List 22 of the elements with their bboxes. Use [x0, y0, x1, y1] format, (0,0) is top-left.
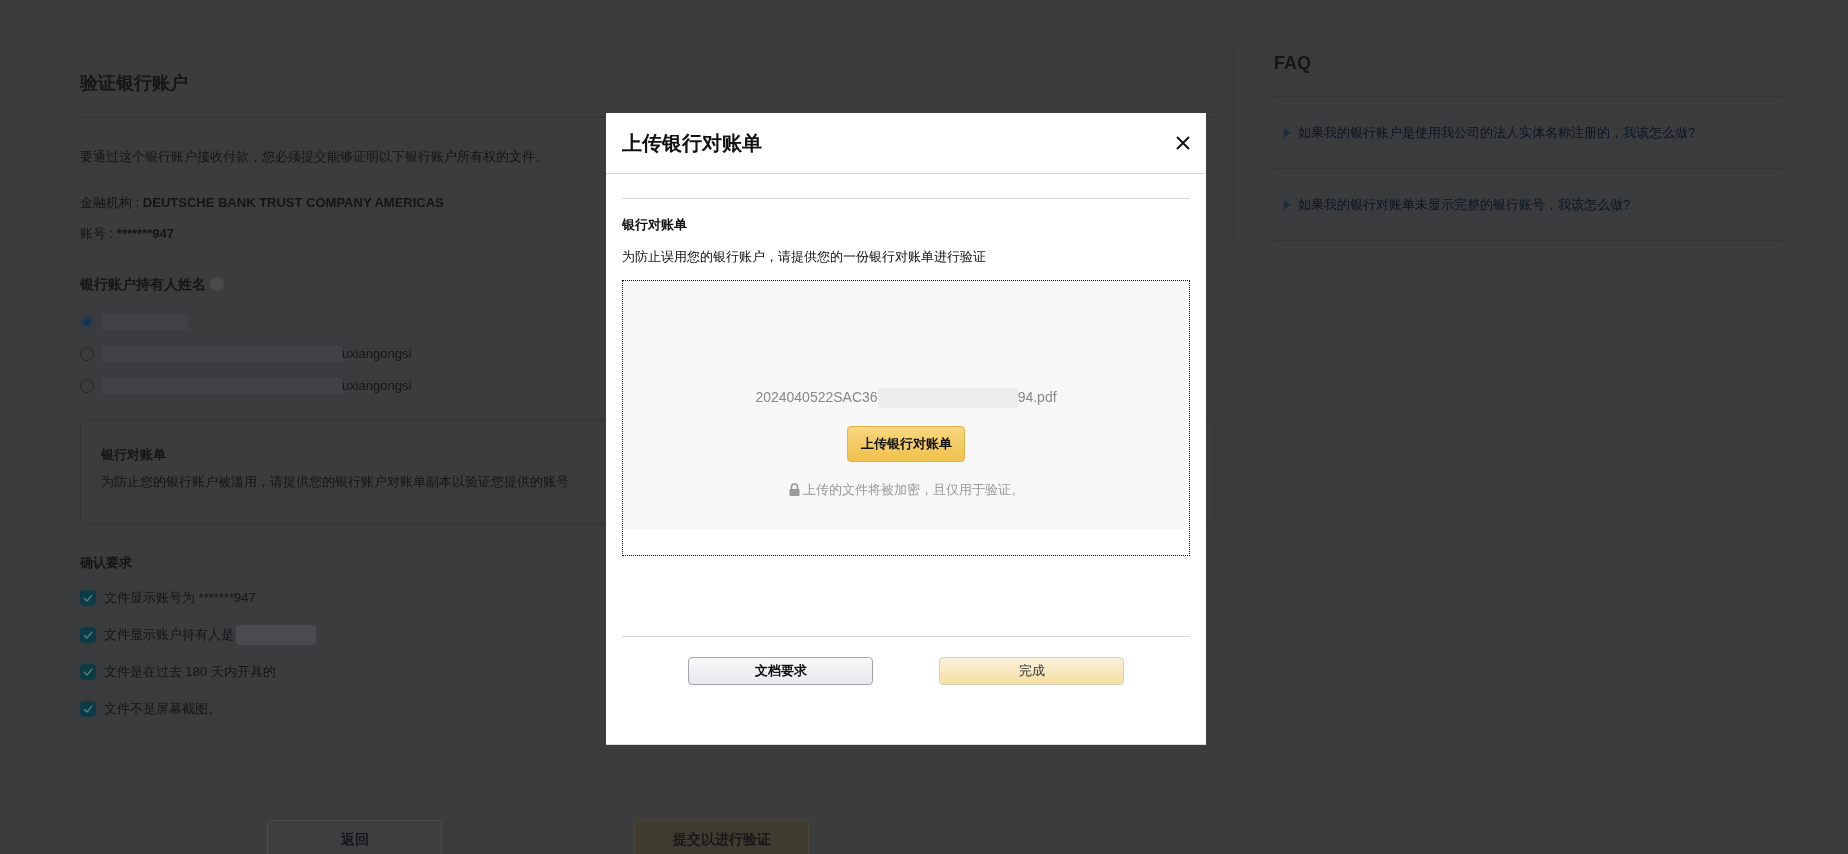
caret-icon: [1284, 199, 1290, 210]
check-icon: [83, 630, 93, 639]
check-icon: [83, 667, 93, 676]
upload-button[interactable]: 上传银行对账单: [847, 426, 965, 462]
check-icon: [83, 704, 93, 713]
requirements-button[interactable]: 文档要求: [688, 657, 873, 685]
checkbox[interactable]: [80, 589, 96, 606]
done-button[interactable]: 完成: [939, 657, 1124, 685]
close-icon[interactable]: [1176, 136, 1190, 150]
lock-icon: [788, 483, 800, 497]
dialog-description: 为防止误用您的银行账户，请提供您的一份银行对账单进行验证: [622, 247, 987, 266]
dialog-section-title: 银行对账单: [622, 216, 688, 234]
upload-dropzone[interactable]: 2024040522SAC36 94.pdf 上传银行对账单 上传的文件将被加密，且仅用于验证。: [622, 280, 1190, 556]
file-name: 2024040522SAC36: [755, 388, 878, 407]
file-name: 94.pdf: [1017, 388, 1057, 407]
checkbox[interactable]: [80, 663, 96, 680]
check-icon: [83, 593, 93, 602]
checkbox[interactable]: [80, 700, 96, 717]
checkbox[interactable]: [80, 626, 96, 643]
caret-icon: [1284, 127, 1290, 138]
dialog-title: 上传银行对账单: [622, 131, 762, 156]
encryption-note: 上传的文件将被加密，且仅用于验证。: [802, 481, 1024, 499]
